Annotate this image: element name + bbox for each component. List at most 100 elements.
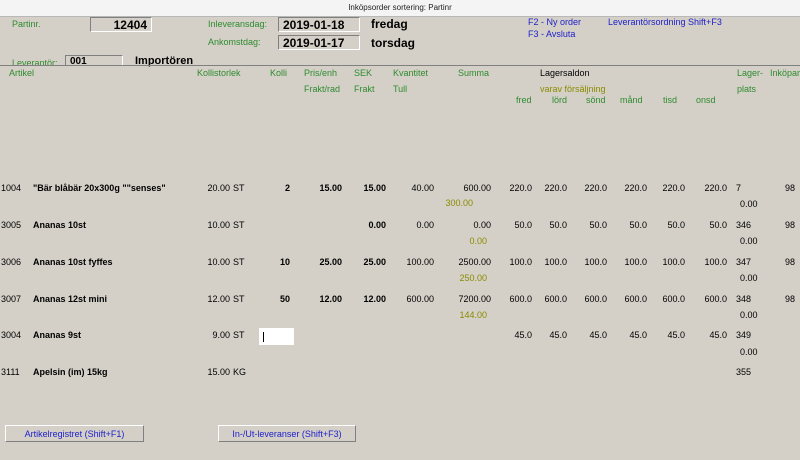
row-sond: 600.0 (584, 294, 607, 304)
row-plats2: 0.00 (740, 236, 758, 246)
row-unit: KG (233, 367, 247, 377)
artikelregistret-button[interactable]: Artikelregistret (Shift+F1) (5, 425, 144, 442)
row-tisd: 45.0 (667, 330, 685, 340)
col-kolli: Kolli (270, 68, 288, 78)
row-plats: 346 (736, 220, 752, 230)
row-tisd: 600.0 (662, 294, 685, 304)
row-inkopare: 98 (784, 257, 795, 267)
row-unit: ST (233, 183, 245, 193)
row-plats: 347 (736, 257, 752, 267)
row-kolli[interactable]: 50 (270, 294, 290, 304)
row-frakt: 0.00 (469, 236, 487, 246)
kolli-input[interactable] (259, 328, 294, 345)
ankomstdag-label: Ankomstdag: (208, 37, 261, 47)
row-fred: 600.0 (509, 294, 532, 304)
in-ut-leveranser-button[interactable]: In-/Ut-leveranser (Shift+F3) (218, 425, 356, 442)
row-summa: 7200.00 (458, 294, 491, 304)
row-sond: 45.0 (589, 330, 607, 340)
col-lagersaldon: Lagersaldon (540, 68, 590, 78)
row-frakt: 144.00 (459, 310, 487, 320)
row-summa: 0.00 (473, 220, 491, 230)
row-unit: ST (233, 330, 245, 340)
row-unit: ST (233, 257, 245, 267)
row-artnr: 3006 (1, 257, 22, 267)
col-sek: SEK (354, 68, 373, 78)
row-kvant: 0.00 (416, 220, 434, 230)
row-lord: 45.0 (549, 330, 567, 340)
row-sek: 25.00 (363, 257, 386, 267)
f3-exit-hint[interactable]: F3 - Avsluta (528, 29, 575, 39)
col-varav: varav försäljning (540, 84, 606, 94)
row-name: Apelsin (im) 15kg (33, 367, 108, 377)
col-summa: Summa (458, 68, 490, 78)
col-plats: plats (737, 84, 757, 94)
row-size: 12.00 (207, 294, 230, 304)
row-fred: 220.0 (509, 183, 532, 193)
row-mand: 600.0 (624, 294, 647, 304)
row-tisd: 100.0 (662, 257, 685, 267)
partinr-field[interactable]: 12404 (90, 17, 152, 32)
col-fred: fred (516, 95, 532, 105)
row-kolli[interactable]: 2 (270, 183, 290, 193)
row-pris[interactable]: 12.00 (300, 294, 342, 304)
row-unit: ST (233, 294, 245, 304)
supplier-sort-hint[interactable]: Leverantörsordning Shift+F3 (608, 17, 722, 27)
row-plats2: 0.00 (740, 310, 758, 320)
f2-new-order-hint[interactable]: F2 - Ny order (528, 17, 581, 27)
row-lord: 220.0 (544, 183, 567, 193)
row-plats2: 0.00 (740, 273, 758, 283)
row-summa: 2500.00 (458, 257, 491, 267)
col-mand: månd (620, 95, 643, 105)
header-divider (0, 65, 800, 66)
row-plats: 7 (736, 183, 742, 193)
ankomstdag-field[interactable]: 2019-01-17 (278, 35, 360, 50)
row-inkopare: 98 (784, 220, 795, 230)
col-kvantitet: Kvantitet (393, 68, 429, 78)
row-mand: 220.0 (624, 183, 647, 193)
row-kvant: 100.00 (406, 257, 434, 267)
col-onsd: onsd (696, 95, 716, 105)
row-sond: 220.0 (584, 183, 607, 193)
row-sek: 15.00 (363, 183, 386, 193)
row-frakt: 250.00 (459, 273, 487, 283)
row-unit: ST (233, 220, 245, 230)
row-plats2: 0.00 (740, 199, 758, 209)
row-kvant: 600.00 (406, 294, 434, 304)
row-name: Ananas 12st mini (33, 294, 108, 304)
row-sek: 0.00 (368, 220, 386, 230)
col-tull: Tull (393, 84, 408, 94)
row-inkopare: 98 (784, 294, 795, 304)
col-kollistorlek: Kollistorlek (197, 68, 241, 78)
col-lager: Lager- (737, 68, 764, 78)
row-mand: 45.0 (629, 330, 647, 340)
row-fred: 45.0 (514, 330, 532, 340)
row-onsd: 100.0 (704, 257, 727, 267)
row-plats: 348 (736, 294, 752, 304)
partinr-label: Partinr. (12, 19, 41, 29)
col-frakt: Frakt (354, 84, 375, 94)
inleveransdag-weekday: fredag (371, 17, 408, 31)
row-mand: 100.0 (624, 257, 647, 267)
row-plats: 355 (736, 367, 752, 377)
row-plats2: 0.00 (740, 347, 758, 357)
col-inkopare: Inköpare (770, 68, 800, 78)
row-pris[interactable]: 25.00 (300, 257, 342, 267)
col-lord: lörd (552, 95, 568, 105)
row-pris[interactable]: 15.00 (300, 183, 342, 193)
row-onsd: 45.0 (709, 330, 727, 340)
row-onsd: 220.0 (704, 183, 727, 193)
inleveransdag-field[interactable]: 2019-01-18 (278, 17, 360, 32)
row-artnr: 3111 (1, 367, 20, 377)
row-artnr: 1004 (1, 183, 22, 193)
row-name: Ananas 9st (33, 330, 82, 340)
row-name: "Bär blåbär 20x300g ""senses" (33, 183, 166, 193)
row-size: 9.00 (212, 330, 230, 340)
col-artikel: Artikel (9, 68, 35, 78)
col-fraktrad: Frakt/rad (304, 84, 341, 94)
col-tisd: tisd (663, 95, 678, 105)
row-frakt: 300.00 (445, 198, 473, 208)
col-sond: sönd (586, 95, 606, 105)
row-lord: 100.0 (544, 257, 567, 267)
row-tisd: 50.0 (667, 220, 685, 230)
row-kolli[interactable]: 10 (270, 257, 290, 267)
